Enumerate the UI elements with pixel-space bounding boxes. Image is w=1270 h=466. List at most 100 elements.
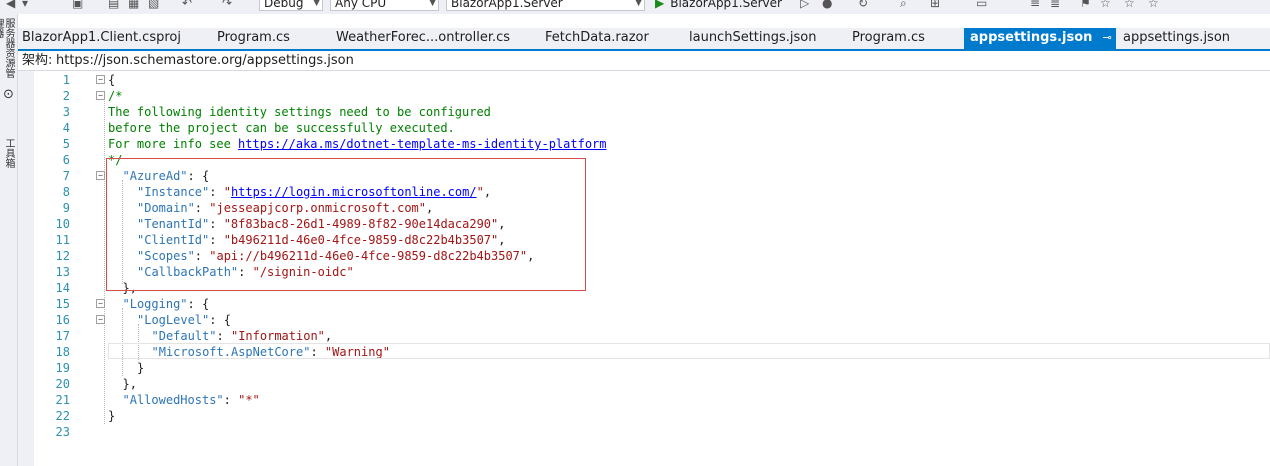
collapse-icon[interactable]: − — [96, 91, 105, 100]
code-line[interactable]: 16 − "LogLevel": { — [34, 312, 1270, 328]
json-punctuation: : — [194, 201, 210, 215]
json-punctuation: }, — [122, 377, 137, 391]
code-line[interactable]: 5 For more info see https://aka.ms/dotnet… — [34, 136, 1270, 152]
undo-icon[interactable]: ↶ — [182, 0, 192, 10]
code-line[interactable]: 6 */ — [34, 152, 1270, 168]
code-line[interactable]: 1 −{ — [34, 72, 1270, 88]
line-number: 14 — [55, 281, 70, 295]
line-number: 22 — [55, 409, 70, 423]
settings-icon[interactable]: ⊙ — [3, 88, 14, 101]
tab-label: BlazorApp1.Client.csproj — [22, 30, 181, 45]
code-line[interactable]: 14}, — [34, 280, 1270, 296]
indent-icon[interactable]: ≣ — [1050, 0, 1060, 10]
redo-icon[interactable]: ↷ — [222, 0, 232, 10]
platform-select[interactable]: Any CPU ▼ — [330, 0, 439, 11]
json-punctuation: , — [324, 329, 333, 343]
bookmark-icon[interactable]: ⚑ — [1080, 0, 1091, 10]
code-line[interactable]: 4 before the project can be successfully … — [34, 120, 1270, 136]
code-editor[interactable]: 1−{2−/* 3 The following identity settings … — [34, 71, 1270, 466]
json-string-value: "*" — [238, 393, 260, 407]
json-punctuation: } — [108, 409, 116, 423]
code-line[interactable]: 7 − "AzureAd": { — [34, 168, 1270, 184]
toolbox-tab[interactable]: 工具箱 — [2, 138, 14, 178]
code-line[interactable]: 21 "AllowedHosts": "*" — [34, 392, 1270, 408]
star-icon[interactable]: ☆ — [1124, 0, 1135, 10]
start-without-debugging-icon[interactable]: ▷ — [800, 0, 809, 10]
comment-text: /* — [108, 89, 123, 103]
code-line[interactable]: 19} — [34, 360, 1270, 376]
layout-icon[interactable]: ⊞ — [930, 0, 940, 10]
json-punctuation: , — [483, 185, 492, 199]
json-punctuation: { — [108, 73, 116, 87]
align-icon[interactable]: ≡ — [1030, 0, 1040, 10]
configuration-select[interactable]: Debug ▼ — [259, 0, 323, 11]
comment-link[interactable]: https://aka.ms/dotnet-template-ms-identi… — [238, 137, 606, 151]
chevron-down-icon[interactable]: ▾ — [22, 0, 28, 10]
line-number: 16 — [55, 313, 70, 327]
find-icon[interactable]: ⌕ — [900, 0, 907, 10]
code-line[interactable]: 3 The following identity settings need to… — [34, 104, 1270, 120]
schema-url-field[interactable]: https://json.schemastore.org/appsettings… — [56, 51, 354, 70]
json-key: "CallbackPath" — [137, 265, 239, 279]
tab-fetchdata-razor[interactable]: FetchData.razor — [545, 28, 649, 49]
tab-program-cs-2[interactable]: Program.cs — [852, 28, 925, 49]
line-number: 2 — [62, 89, 70, 103]
json-punctuation: : — [209, 233, 224, 247]
code-text: The following identity settings need to … — [108, 104, 491, 120]
start-debugging-button[interactable]: ▶ BlazorApp1.Server — [655, 0, 782, 11]
code-line[interactable]: 13 "CallbackPath": "/signin-oidc" — [34, 264, 1270, 280]
code-text: /* — [108, 88, 122, 104]
attach-icon[interactable]: ● — [822, 0, 832, 10]
collapse-icon[interactable]: − — [96, 171, 105, 180]
json-punctuation: : — [209, 185, 224, 199]
code-line[interactable]: 15 − "Logging": { — [34, 296, 1270, 312]
collapse-icon[interactable]: − — [96, 299, 105, 308]
code-line[interactable]: 10 "TenantId": "8f83bac8-26d1-4989-8f82-9… — [34, 216, 1270, 232]
code-line[interactable]: 2 −/* — [34, 88, 1270, 104]
tab-appsettings-json[interactable]: appsettings.json — [1123, 28, 1230, 49]
startup-project-select[interactable]: BlazorApp1.Server ▼ — [446, 0, 645, 11]
tab-launchsettings-json[interactable]: launchSettings.json — [689, 28, 816, 49]
server-explorer-tab[interactable]: 服务器资源管理器 — [0, 18, 14, 84]
schema-label: 架构: — [22, 53, 53, 68]
tab-blazorapp1-client-csproj[interactable]: BlazorApp1.Client.csproj — [22, 28, 181, 49]
json-quote: " — [476, 185, 484, 199]
tab-weatherforecastcontroller-cs[interactable]: WeatherForec...ontroller.cs — [336, 28, 510, 49]
json-url-link[interactable]: https://login.microsoftonline.com/ — [231, 185, 477, 199]
json-key: "LogLevel" — [137, 313, 210, 327]
code-line[interactable]: 20}, — [34, 376, 1270, 392]
main-toolbar: ◀ ▾ ▣ ▤ ▦ ▧ ↶ ↷ Debug ▼ Any CPU ▼ Blazor… — [0, 0, 1270, 14]
star-icon[interactable]: ☆ — [1100, 0, 1111, 10]
code-text: "Default": "Information", — [152, 328, 333, 344]
json-schema-bar: 架构: https://json.schemastore.org/appsett… — [18, 51, 1270, 71]
collapse-icon[interactable]: − — [96, 315, 105, 324]
editor-margin — [18, 71, 34, 466]
json-punctuation: , — [527, 249, 535, 263]
code-line[interactable]: 8 "Instance": "https://login.microsoftonl… — [34, 184, 1270, 200]
code-line[interactable]: 22} — [34, 408, 1270, 424]
code-line[interactable]: 23 — [34, 424, 1270, 440]
json-key: "Domain" — [137, 201, 195, 215]
line-number: 18 — [55, 345, 70, 359]
tab-appsettings-json-active[interactable]: appsettings.json ⊸ ✕ — [964, 28, 1133, 49]
code-line[interactable]: 9 "Domain": "jesseapjcorp.onmicrosoft.com… — [34, 200, 1270, 216]
line-number: 10 — [55, 217, 70, 231]
line-number: 5 — [62, 137, 70, 151]
code-line[interactable]: 12 "Scopes": "api://b496211d-46e0-4fce-98… — [34, 248, 1270, 264]
collapse-icon[interactable]: − — [96, 75, 105, 84]
back-icon[interactable]: ◀ — [6, 0, 15, 10]
code-text: } — [108, 408, 115, 424]
code-line[interactable]: 17 "Default": "Information", — [34, 328, 1270, 344]
comment-icon[interactable]: ▭ — [976, 0, 987, 10]
pin-icon[interactable]: ⊸ — [1102, 31, 1111, 44]
open-folder-icon[interactable]: ▤ — [108, 0, 119, 10]
star-icon[interactable]: ☆ — [1148, 0, 1159, 10]
document-tab-bar: BlazorApp1.Client.csproj Program.cs Weat… — [18, 28, 1270, 51]
json-string-value: "/signin-oidc" — [252, 265, 354, 279]
new-project-icon[interactable]: ▣ — [72, 0, 83, 10]
refresh-icon[interactable]: ↻ — [858, 0, 868, 10]
save-icon[interactable]: ▦ — [128, 0, 139, 10]
code-line[interactable]: 11 "ClientId": "b496211d-46e0-4fce-9859-d… — [34, 232, 1270, 248]
save-all-icon[interactable]: ▧ — [148, 0, 159, 10]
tab-program-cs[interactable]: Program.cs — [217, 28, 290, 49]
